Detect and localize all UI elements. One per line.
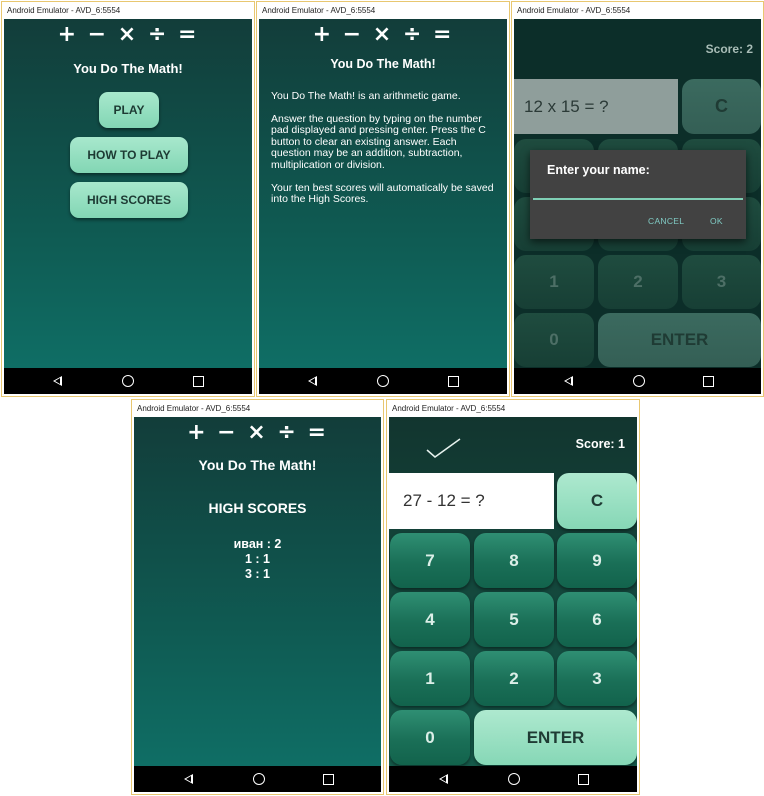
- number-key-8[interactable]: 8: [474, 533, 554, 588]
- high-score-entry: иван : 2: [233, 537, 282, 551]
- high-score-entry: 1 : 1: [244, 552, 270, 566]
- name-dialog: Enter your name: CANCEL OK: [530, 150, 746, 239]
- back-icon[interactable]: [439, 774, 448, 784]
- instructions-paragraph: You Do The Math! is an arithmetic game.: [271, 90, 461, 102]
- dialog-title: Enter your name:: [547, 163, 650, 177]
- emulator-window-how-to-play: Android Emulator - AVD_6:5554 + − × ÷ = …: [256, 1, 510, 397]
- high-scores-heading: HIGH SCORES: [208, 500, 307, 516]
- how-to-play-button[interactable]: HOW TO PLAY: [70, 137, 188, 173]
- number-key-4[interactable]: 4: [390, 592, 470, 647]
- name-input[interactable]: [533, 188, 743, 200]
- number-key-2[interactable]: 2: [598, 255, 678, 309]
- app-title: You Do The Math!: [73, 61, 183, 76]
- window-title: Android Emulator - AVD_6:5554: [512, 2, 763, 19]
- high-score-entry: 3 : 1: [244, 567, 270, 581]
- number-key-0[interactable]: 0: [514, 313, 594, 367]
- number-key-1[interactable]: 1: [390, 651, 470, 706]
- navigation-bar: [514, 368, 761, 394]
- recent-apps-icon[interactable]: [193, 376, 204, 387]
- app-title: You Do The Math!: [198, 457, 317, 473]
- question-display: 27 - 12 = ?: [389, 473, 554, 529]
- operators-logo: + − × ÷ =: [57, 22, 199, 47]
- number-key-3[interactable]: 3: [682, 255, 761, 309]
- question-display: 12 x 15 = ?: [514, 79, 678, 134]
- recent-apps-icon[interactable]: [448, 376, 459, 387]
- high-scores-button[interactable]: HIGH SCORES: [70, 182, 188, 218]
- emulator-window-game: Android Emulator - AVD_6:5554 Score: 1 2…: [386, 399, 640, 795]
- home-icon[interactable]: [253, 773, 265, 785]
- window-title: Android Emulator - AVD_6:5554: [2, 2, 254, 19]
- emulator-window-enter-name: Android Emulator - AVD_6:5554 Score: 2 1…: [511, 1, 764, 397]
- emulator-window-high-scores: Android Emulator - AVD_6:5554 + − × ÷ = …: [131, 399, 384, 795]
- emulator-window-main-menu: Android Emulator - AVD_6:5554 + − × ÷ = …: [1, 1, 255, 397]
- clear-button[interactable]: C: [557, 473, 637, 529]
- home-icon[interactable]: [508, 773, 520, 785]
- check-icon: [426, 438, 461, 458]
- window-title: Android Emulator - AVD_6:5554: [257, 2, 509, 19]
- number-key-5[interactable]: 5: [474, 592, 554, 647]
- enter-button[interactable]: ENTER: [598, 313, 761, 367]
- number-key-1[interactable]: 1: [514, 255, 594, 309]
- recent-apps-icon[interactable]: [323, 774, 334, 785]
- navigation-bar: [389, 766, 637, 792]
- ok-button[interactable]: OK: [710, 216, 723, 226]
- play-button[interactable]: PLAY: [99, 92, 159, 128]
- recent-apps-icon[interactable]: [578, 774, 589, 785]
- navigation-bar: [4, 368, 252, 394]
- app-screen: Score: 1 27 - 12 = ? C 7 8 9 4 5 6 1 2 3…: [389, 417, 637, 766]
- window-title: Android Emulator - AVD_6:5554: [387, 400, 639, 417]
- app-screen: + − × ÷ = You Do The Math! HIGH SCORES и…: [134, 417, 381, 766]
- app-screen: + − × ÷ = You Do The Math! You Do The Ma…: [259, 19, 507, 368]
- number-key-7[interactable]: 7: [390, 533, 470, 588]
- number-key-0[interactable]: 0: [390, 710, 470, 765]
- score-label: Score: 1: [575, 437, 625, 451]
- instructions-text: You Do The Math! is an arithmetic game. …: [271, 90, 499, 217]
- operators-logo: + − × ÷ =: [312, 22, 454, 47]
- back-icon[interactable]: [308, 376, 317, 386]
- number-key-3[interactable]: 3: [557, 651, 637, 706]
- navigation-bar: [134, 766, 381, 792]
- back-icon[interactable]: [53, 376, 62, 386]
- home-icon[interactable]: [633, 375, 645, 387]
- instructions-paragraph: Answer the question by typing on the num…: [271, 112, 486, 171]
- window-title: Android Emulator - AVD_6:5554: [132, 400, 383, 417]
- recent-apps-icon[interactable]: [703, 376, 714, 387]
- navigation-bar: [259, 368, 507, 394]
- back-icon[interactable]: [564, 376, 573, 386]
- instructions-paragraph: Your ten best scores will automatically …: [271, 181, 494, 206]
- clear-button[interactable]: C: [682, 79, 761, 134]
- number-key-2[interactable]: 2: [474, 651, 554, 706]
- score-label: Score: 2: [705, 42, 753, 56]
- app-title: You Do The Math!: [330, 57, 436, 71]
- cancel-button[interactable]: CANCEL: [648, 216, 684, 226]
- back-icon[interactable]: [184, 774, 193, 784]
- operators-logo: + − × ÷ =: [187, 420, 328, 445]
- number-key-9[interactable]: 9: [557, 533, 637, 588]
- number-key-6[interactable]: 6: [557, 592, 637, 647]
- home-icon[interactable]: [122, 375, 134, 387]
- home-icon[interactable]: [377, 375, 389, 387]
- enter-button[interactable]: ENTER: [474, 710, 637, 765]
- app-screen: Score: 2 12 x 15 = ? C 1 2 3 0 ENTER Ent…: [514, 19, 761, 368]
- app-screen: + − × ÷ = You Do The Math! PLAY HOW TO P…: [4, 19, 252, 368]
